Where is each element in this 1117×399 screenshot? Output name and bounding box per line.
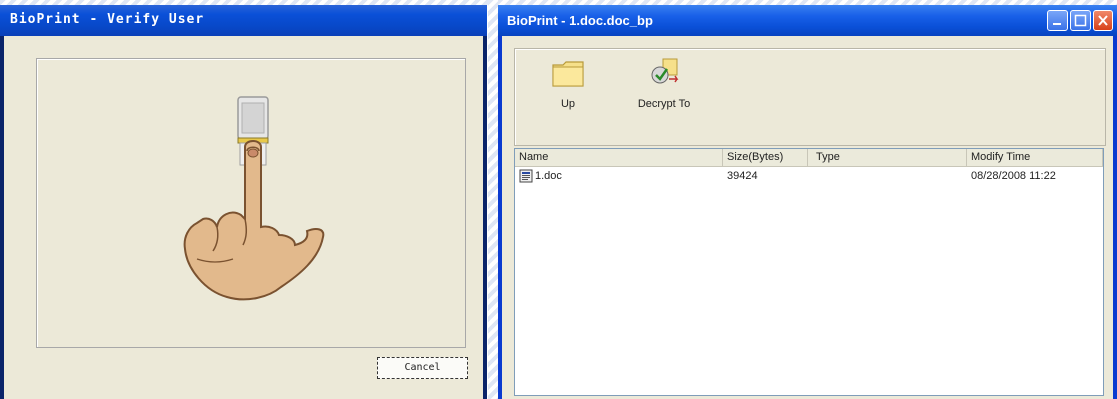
cancel-button[interactable]: Cancel <box>377 357 468 379</box>
file-list[interactable]: Name Size(Bytes) Type Modify Time 1.doc … <box>514 148 1104 396</box>
maximize-icon <box>1074 14 1087 27</box>
decrypt-icon <box>651 58 679 84</box>
column-header-modify-time[interactable]: Modify Time <box>967 149 1103 166</box>
maximize-button[interactable] <box>1070 10 1091 31</box>
verify-window-body: Cancel <box>4 36 483 399</box>
file-size: 39424 <box>727 170 758 182</box>
close-icon <box>1098 15 1108 26</box>
folder-icon <box>552 61 584 87</box>
file-row[interactable]: 1.doc 39424 08/28/2008 11:22 <box>515 168 1103 184</box>
pointing-hand-icon <box>183 140 325 301</box>
verify-window-title: BioPrint - Verify User <box>10 12 205 27</box>
explorer-window-body: Up Decrypt To Name Size(Bytes) Type Modi… <box>502 36 1113 399</box>
column-header-size[interactable]: Size(Bytes) <box>723 149 808 166</box>
up-label: Up <box>560 98 576 110</box>
file-name: 1.doc <box>535 170 562 182</box>
explorer-window-title: BioPrint - 1.doc.doc_bp <box>507 13 653 28</box>
decrypt-to-label: Decrypt To <box>637 98 691 110</box>
column-header-name[interactable]: Name <box>515 149 723 166</box>
explorer-titlebar[interactable]: BioPrint - 1.doc.doc_bp <box>498 5 1117 36</box>
close-button[interactable] <box>1093 10 1113 31</box>
verify-user-window: BioPrint - Verify User Cancel <box>0 5 487 399</box>
explorer-toolbar: Up Decrypt To <box>514 48 1106 146</box>
finger-on-scanner-illustration <box>183 96 325 301</box>
up-button[interactable]: Up <box>543 57 593 110</box>
minimize-icon <box>1053 23 1061 25</box>
file-modify-time: 08/28/2008 11:22 <box>971 170 1056 182</box>
file-list-header: Name Size(Bytes) Type Modify Time <box>515 149 1103 167</box>
fingerprint-prompt-panel <box>36 58 466 348</box>
word-doc-icon <box>519 169 533 183</box>
bioprint-explorer-window: BioPrint - 1.doc.doc_bp Up Decrypt To Na… <box>498 5 1117 399</box>
column-header-type[interactable]: Type <box>812 149 967 166</box>
decrypt-to-button[interactable]: Decrypt To <box>629 57 699 110</box>
minimize-button[interactable] <box>1047 10 1068 31</box>
verify-titlebar[interactable]: BioPrint - Verify User <box>0 5 487 36</box>
window-divider <box>488 0 498 399</box>
file-icon-cell <box>519 168 533 184</box>
